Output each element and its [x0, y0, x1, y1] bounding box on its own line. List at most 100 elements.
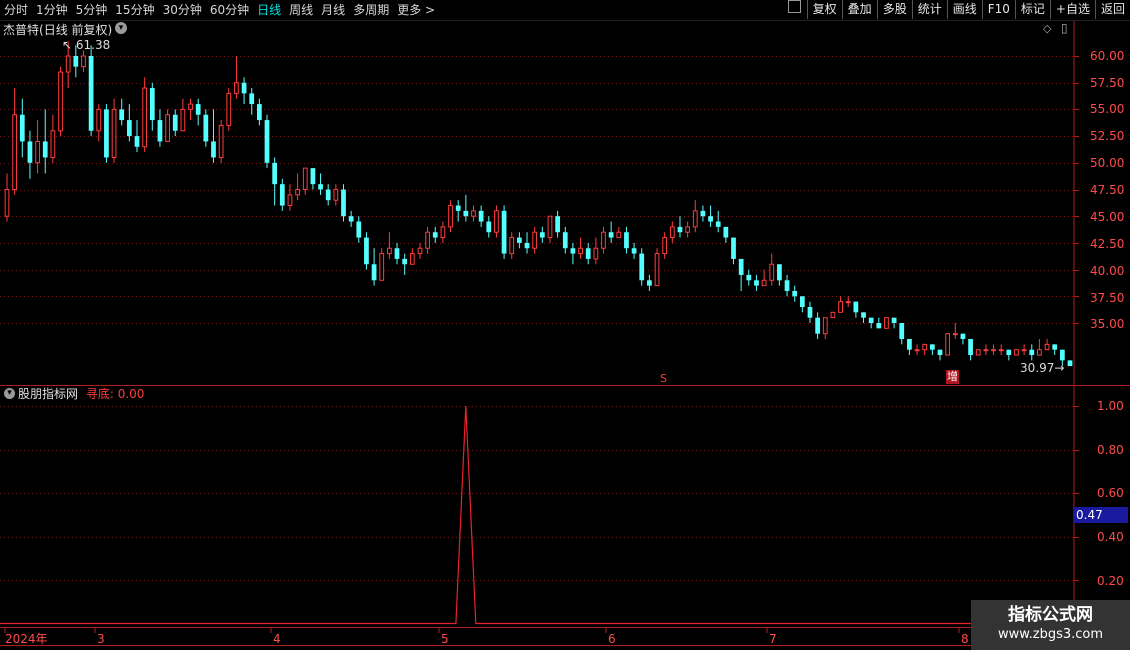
x-tick-label: 7 [769, 632, 777, 646]
candle-body-down [608, 232, 614, 238]
candle-body-up [922, 343, 928, 351]
candle-body-down [891, 317, 897, 323]
candle-body-up [509, 237, 515, 255]
candle-body-down [394, 248, 400, 259]
candle-body-down [126, 120, 132, 137]
x-tick-label: 6 [608, 632, 616, 646]
candle-body-down [868, 317, 874, 323]
candle-body-up [685, 226, 690, 233]
chevron-down-icon[interactable]: ▾ [115, 22, 127, 34]
candle-body-down [639, 253, 645, 281]
candle-body-up [952, 333, 958, 336]
candle-body-up [295, 189, 300, 196]
axis-ticks [4, 56, 1079, 633]
y-tick-label: 0.20 [1097, 574, 1124, 588]
candle-body-up [234, 82, 239, 94]
candle-body-down [88, 56, 94, 131]
candle-body-up [226, 92, 232, 126]
candle-body-down [777, 264, 782, 281]
candle-body-down [929, 344, 935, 350]
candle-body-down [325, 189, 331, 201]
low-price-value: 30.97 [1020, 361, 1055, 375]
y-tick-label: 40.00 [1090, 264, 1125, 278]
y-tick-label: 0.60 [1097, 486, 1124, 500]
candle-body-down [172, 114, 178, 131]
candle-body-down [907, 339, 912, 350]
candle-body-down [517, 237, 522, 243]
candle-body-down [241, 82, 247, 94]
candle-body-down [723, 226, 729, 238]
candle-body-down [799, 296, 805, 307]
candle-body-up [838, 301, 843, 313]
candle-body-down [272, 162, 278, 185]
window-icon[interactable]: ▯ [1061, 21, 1068, 35]
candle-body-down [1029, 349, 1035, 356]
y-tick-label: 35.00 [1090, 317, 1125, 331]
candle-body-up [81, 55, 86, 68]
candle-body-down [1052, 344, 1058, 350]
y-tick-label: 52.50 [1090, 129, 1125, 143]
candle-body-down [746, 274, 752, 281]
candle-body-up [654, 253, 660, 287]
y-tick-label: 42.50 [1090, 237, 1125, 251]
candle-body-down [157, 120, 163, 142]
y-tick-label: 1.00 [1097, 399, 1124, 413]
indicator-name: 股朋指标网 [18, 387, 79, 401]
candle-body-down [708, 216, 713, 222]
candle-body-down [19, 114, 25, 142]
candle-body-down [960, 333, 966, 340]
candle-body-up [1021, 349, 1027, 352]
candle-body-down [203, 114, 209, 142]
candle-body-down [738, 258, 744, 275]
candle-body-down [364, 237, 369, 265]
candle-body-up [409, 253, 415, 265]
chart-canvas[interactable] [0, 0, 1130, 650]
candle-body-up [1014, 349, 1019, 356]
candle-body-down [700, 210, 706, 217]
candle-body-down [815, 317, 821, 334]
candle-body-down [42, 141, 48, 158]
candle-body-up [96, 108, 102, 132]
diamond-icon[interactable]: ◇ [1043, 22, 1051, 36]
candle-body-down [562, 232, 568, 249]
candle-body-up [914, 349, 920, 352]
candle-body-down [876, 323, 882, 329]
candle-body-down [631, 248, 637, 254]
candle-body-down [119, 109, 125, 121]
candle-body-up [845, 301, 851, 304]
candle-body-down [310, 168, 316, 185]
candle-body-up [830, 311, 836, 319]
candle-body-down [624, 232, 629, 249]
candle-body-down [937, 349, 943, 356]
candle-body-down [807, 306, 813, 318]
candle-body-down [104, 109, 109, 158]
candles [4, 41, 1073, 367]
high-price-label: ↖ 61.38 [62, 38, 111, 52]
candle-body-down [501, 210, 507, 254]
y-tick-label: 37.50 [1090, 291, 1125, 305]
y-tick-label: 55.00 [1090, 102, 1125, 116]
candle-body-down [570, 248, 576, 254]
candle-body-up [50, 130, 56, 158]
candle-body-up [180, 108, 186, 132]
candle-body-up [998, 349, 1004, 352]
candle-body-up [302, 167, 308, 190]
candle-body-up [593, 247, 599, 260]
candle-body-up [65, 55, 71, 73]
candle-body-down [754, 280, 759, 286]
main-chart-header: 杰普特(日线 前复权) [3, 23, 112, 37]
chevron-down-icon[interactable]: ▾ [4, 388, 15, 399]
candle-body-up [616, 231, 622, 239]
candle-body-down [524, 242, 530, 249]
x-tick-label: 2024年 [5, 632, 48, 646]
candle-body-up [188, 103, 193, 110]
candle-body-up [448, 205, 453, 228]
y-tick-label: 60.00 [1090, 49, 1125, 63]
candle-body-down [1006, 349, 1012, 356]
candle-body-up [1044, 343, 1050, 351]
indicator-lines [0, 405, 1074, 625]
candle-body-down [149, 88, 155, 121]
candle-body-down [348, 216, 354, 222]
candle-body-down [486, 221, 492, 233]
candle-body-down [73, 56, 79, 67]
